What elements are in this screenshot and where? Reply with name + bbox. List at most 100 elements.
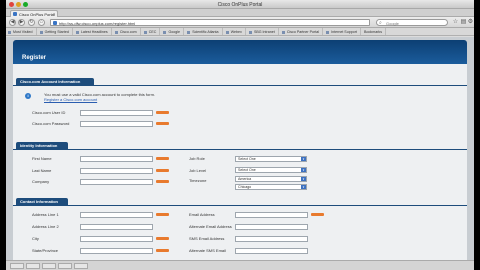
field-label: Job Role — [189, 156, 205, 161]
required-marker — [156, 180, 169, 183]
chevron-down-icon: ▾ — [301, 185, 306, 189]
refresh-button[interactable]: ↻ — [28, 19, 35, 26]
search-icon: ⌕ — [379, 20, 382, 26]
last-name-field[interactable] — [80, 168, 153, 174]
bookmark-item[interactable]: Cisco Partner Portal — [280, 28, 323, 35]
search-placeholder: Google — [386, 21, 399, 26]
alternate-sms-field[interactable] — [235, 248, 308, 254]
search-input[interactable]: ⌕ Google — [376, 19, 448, 26]
first-name-field[interactable] — [80, 156, 153, 162]
forward-button[interactable]: ▶ — [18, 19, 25, 26]
window-title: Cisco OnPlus Portal — [217, 2, 263, 8]
bookmark-item[interactable]: Cisco.com — [113, 28, 141, 35]
bookmark-folder-icon — [187, 30, 191, 34]
browser-window: Cisco OnPlus Portal Cisco OnPlus Portal … — [6, 0, 474, 270]
field-label: Job Level — [189, 168, 207, 173]
bookmark-star-icon[interactable]: ☆ — [452, 19, 459, 26]
tools-menu-icon[interactable]: ⚙ — [467, 19, 474, 26]
section-divider — [13, 205, 467, 206]
required-marker — [156, 237, 169, 240]
section-header-account: Cisco.com Account Information — [16, 78, 94, 85]
bookmark-folder-icon — [281, 30, 285, 34]
email-field[interactable] — [235, 212, 308, 218]
address-bar[interactable]: http://ss-dfw.cisco-onplus.com/register.… — [50, 19, 370, 26]
tab-strip: Cisco OnPlus Portal x — [6, 9, 474, 17]
site-identity-icon[interactable] — [53, 21, 57, 25]
company-field[interactable] — [80, 179, 153, 185]
address-line-1-field[interactable] — [80, 212, 153, 218]
title-bar: Cisco OnPlus Portal — [6, 0, 474, 9]
address-line-2-field[interactable] — [80, 224, 153, 230]
page-title: Register — [22, 55, 47, 61]
register-account-link[interactable]: Register a Cisco.com account — [44, 97, 97, 102]
field-label: State/Province — [32, 248, 59, 253]
portal-header: Register — [13, 40, 467, 64]
bookmark-folder-icon — [248, 30, 252, 34]
status-item[interactable] — [10, 263, 24, 269]
section-header-identity: Identity Information — [16, 142, 68, 149]
favicon-icon — [13, 12, 17, 16]
tab-cisco-onplus[interactable]: Cisco OnPlus Portal x — [10, 10, 58, 17]
bookmark-item[interactable]: Webex — [224, 28, 246, 35]
field-label: Email Address — [189, 212, 215, 217]
field-label: Cisco.com Password — [32, 121, 70, 126]
required-marker — [311, 213, 324, 216]
register-form: Cisco.com Account Information i You must… — [13, 64, 467, 260]
timezone-city-select[interactable]: Chicago ▾ — [235, 184, 307, 190]
field-label: Address Line 1 — [32, 212, 59, 217]
cisco-user-id-field[interactable] — [80, 110, 153, 116]
timezone-region-select[interactable]: America ▾ — [235, 176, 307, 182]
section-divider — [13, 149, 467, 150]
home-button[interactable]: ⌂ — [38, 19, 45, 26]
bookmark-item[interactable]: Internet Support — [324, 28, 361, 35]
bookmark-folder-icon — [114, 30, 118, 34]
required-marker — [156, 157, 169, 160]
back-button[interactable]: ◀ — [9, 19, 16, 26]
job-level-select[interactable]: Select One ▾ — [235, 167, 307, 173]
field-label: Timezone — [189, 178, 207, 183]
status-item[interactable] — [26, 263, 40, 269]
field-label: City — [32, 236, 39, 241]
bookmark-folder-icon — [75, 30, 79, 34]
bookmark-item[interactable]: Latest Headlines — [74, 28, 112, 35]
required-marker — [156, 249, 169, 252]
bookmark-item[interactable]: Google — [161, 28, 185, 35]
field-label: Address Line 2 — [32, 224, 59, 229]
status-item[interactable] — [42, 263, 56, 269]
required-marker — [156, 213, 169, 216]
bookmark-item[interactable]: Most Visited — [6, 28, 37, 35]
section-header-contact: Contact Information — [16, 198, 68, 205]
tab-close-icon[interactable]: x — [53, 11, 55, 16]
field-label: Alternate Email Address — [189, 224, 232, 229]
bookmarks-bar: Most Visited Getting Started Latest Head… — [6, 28, 474, 36]
field-label: Alternate SMS Email — [189, 248, 226, 253]
alternate-email-field[interactable] — [235, 224, 308, 230]
sms-email-field[interactable] — [235, 236, 308, 242]
job-role-select[interactable]: Select One ▾ — [235, 156, 307, 162]
status-item[interactable] — [74, 263, 88, 269]
status-bar — [6, 260, 474, 270]
bookmark-item[interactable]: Getting Started — [38, 28, 73, 35]
bookmark-folder-icon — [163, 30, 167, 34]
bookmarks-menu[interactable]: Bookmarks — [362, 28, 387, 35]
bookmark-item[interactable]: Scientific Atlanta — [185, 28, 223, 35]
required-marker — [156, 169, 169, 172]
chevron-down-icon: ▾ — [301, 168, 306, 172]
city-field[interactable] — [80, 236, 153, 242]
page-content: Register Cisco.com Account Information i… — [6, 37, 474, 260]
state-province-field[interactable] — [80, 248, 153, 254]
cisco-password-field[interactable] — [80, 121, 153, 127]
bookmark-folder-icon — [143, 30, 147, 34]
field-label: SMS Email Address — [189, 236, 225, 241]
chevron-down-icon: ▾ — [301, 177, 306, 181]
required-marker — [156, 122, 169, 125]
bookmark-folder-icon — [8, 30, 11, 34]
bookmark-item[interactable]: SBG Intranet — [247, 28, 279, 35]
info-icon: i — [25, 93, 31, 99]
page-menu-icon[interactable]: ▤ — [460, 19, 467, 26]
bookmark-folder-icon — [39, 30, 43, 34]
bookmark-item[interactable]: CEC — [142, 28, 161, 35]
bookmark-folder-icon — [326, 30, 330, 34]
status-item[interactable] — [58, 263, 72, 269]
url-text: http://ss-dfw.cisco-onplus.com/register.… — [59, 21, 136, 26]
